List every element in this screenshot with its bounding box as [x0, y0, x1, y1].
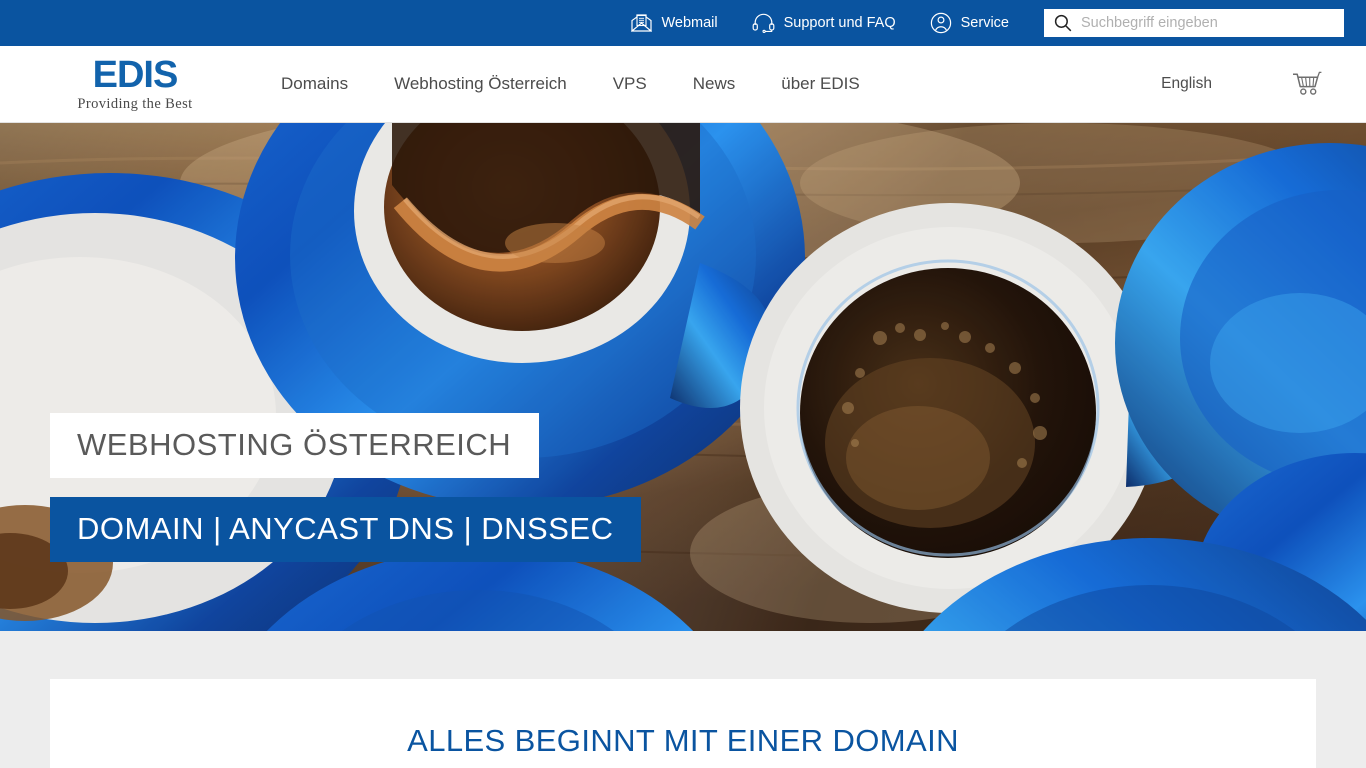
- search-input[interactable]: [1081, 15, 1334, 31]
- hero-caption-secondary: DOMAIN | ANYCAST DNS | DNSSEC: [50, 496, 642, 562]
- top-link-support-faq[interactable]: Support und FAQ: [735, 13, 913, 34]
- nav-item-domains[interactable]: Domains: [258, 74, 371, 94]
- section-heading: ALLES BEGINNT MIT EINER DOMAIN: [407, 723, 959, 758]
- envelope-icon: [630, 13, 654, 33]
- top-links-group: Webmail Support und FAQ Service: [614, 12, 1026, 34]
- logo-tagline: Providing the Best: [77, 95, 193, 112]
- language-switcher[interactable]: English: [1161, 75, 1212, 93]
- hero-banner: WEBHOSTING ÖSTERREICH DOMAIN | ANYCAST D…: [0, 123, 1366, 631]
- top-link-service[interactable]: Service: [913, 12, 1026, 34]
- hero-caption-primary: WEBHOSTING ÖSTERREICH: [50, 413, 540, 478]
- top-link-webmail[interactable]: Webmail: [614, 13, 734, 33]
- content-section: ALLES BEGINNT MIT EINER DOMAIN: [0, 631, 1366, 768]
- site-header: EDIS Providing the Best Domains Webhosti…: [0, 46, 1366, 123]
- content-card: ALLES BEGINNT MIT EINER DOMAIN: [50, 679, 1316, 768]
- main-navigation: Domains Webhosting Österreich VPS News ü…: [258, 74, 883, 94]
- nav-item-vps[interactable]: VPS: [590, 74, 670, 94]
- nav-item-news[interactable]: News: [670, 74, 759, 94]
- shopping-cart-icon[interactable]: [1292, 71, 1322, 97]
- top-link-label: Service: [960, 15, 1009, 31]
- logo[interactable]: EDIS Providing the Best: [50, 56, 220, 113]
- search-box[interactable]: [1044, 9, 1344, 37]
- hero-caption-group: WEBHOSTING ÖSTERREICH DOMAIN | ANYCAST D…: [50, 413, 642, 562]
- headset-icon: [752, 13, 775, 34]
- search-icon: [1054, 14, 1072, 32]
- nav-item-webhosting-oesterreich[interactable]: Webhosting Österreich: [371, 74, 590, 94]
- top-link-label: Webmail: [661, 15, 718, 31]
- top-link-label: Support und FAQ: [783, 15, 896, 31]
- user-circle-icon: [930, 12, 952, 34]
- nav-item-ueber-edis[interactable]: über EDIS: [758, 74, 882, 94]
- header-right-group: English: [1161, 71, 1366, 97]
- top-utility-bar: Webmail Support und FAQ Service Suchbegr…: [0, 0, 1366, 46]
- logo-wordmark: EDIS: [92, 53, 179, 96]
